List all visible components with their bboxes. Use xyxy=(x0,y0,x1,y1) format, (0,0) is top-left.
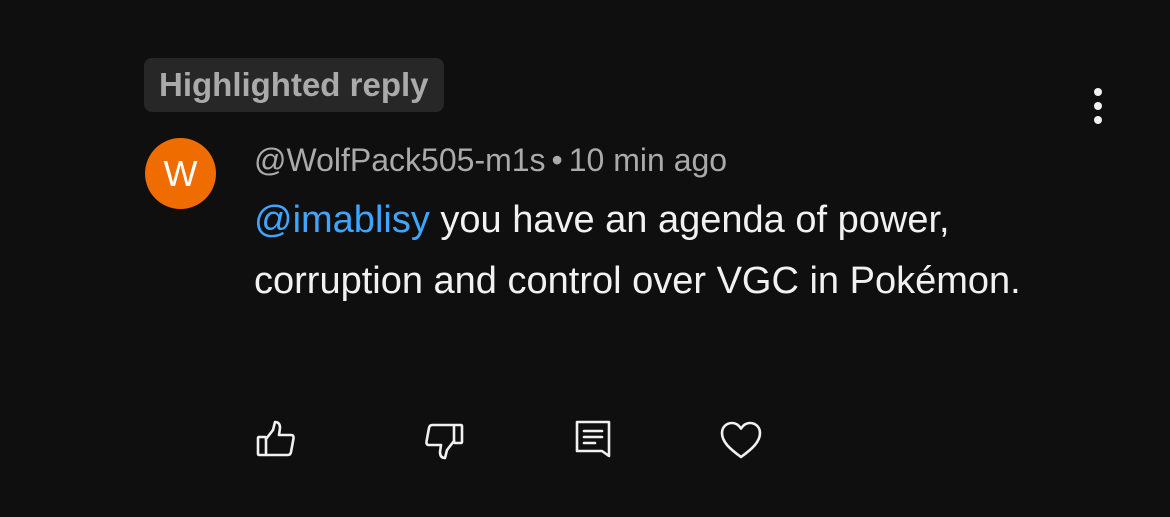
heart-button[interactable] xyxy=(713,412,769,468)
comment-text: @imablisy you have an agenda of power, c… xyxy=(254,190,1084,312)
thumbs-up-icon xyxy=(256,420,295,457)
more-vert-icon xyxy=(1094,88,1102,96)
dislike-button[interactable] xyxy=(416,412,472,468)
comment-meta: @WolfPack505-m1s • 10 min ago xyxy=(254,140,727,180)
author-handle[interactable]: @WolfPack505-m1s xyxy=(254,142,546,178)
reply-icon xyxy=(575,420,611,458)
more-options-button[interactable] xyxy=(1078,84,1118,128)
comment-panel: Highlighted reply W @WolfPack505-m1s • 10 … xyxy=(0,0,1170,517)
meta-separator: • xyxy=(551,142,563,178)
mention-link[interactable]: @imablisy xyxy=(254,199,430,241)
highlighted-reply-badge: Highlighted reply xyxy=(144,58,444,112)
reply-button[interactable] xyxy=(565,412,621,468)
thumbs-down-icon xyxy=(425,423,464,460)
avatar[interactable]: W xyxy=(145,138,216,209)
comment-timestamp: 10 min ago xyxy=(568,142,728,178)
heart-icon xyxy=(720,421,762,459)
like-button[interactable] xyxy=(248,412,304,468)
